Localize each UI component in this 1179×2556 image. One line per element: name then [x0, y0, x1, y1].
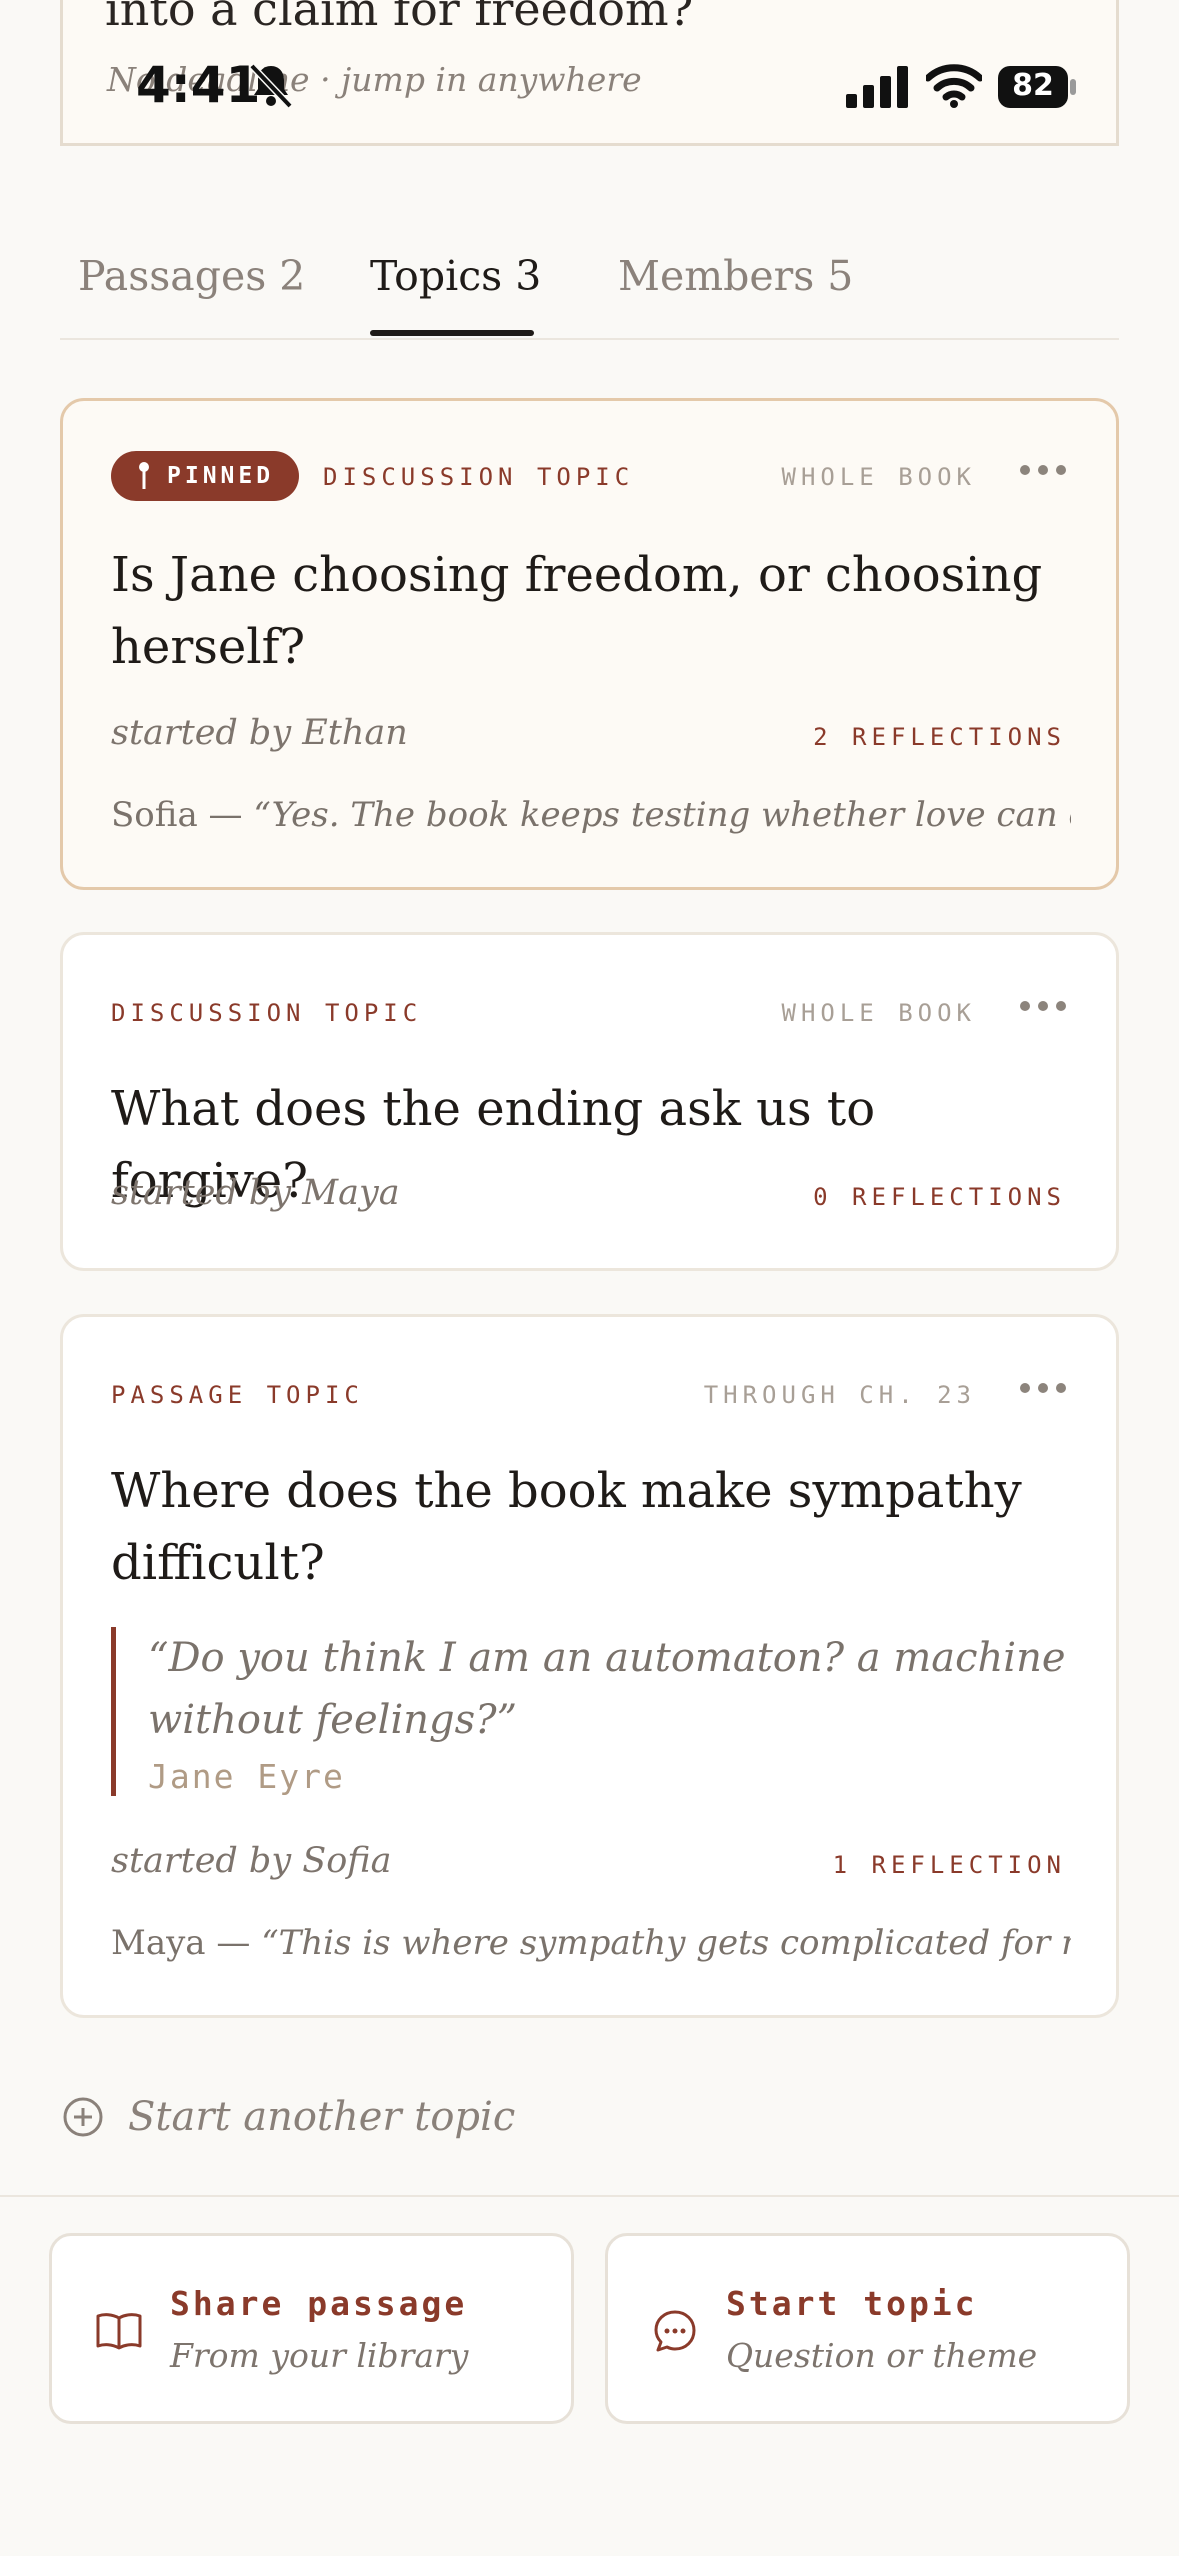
tab-topics[interactable]: Topics 3 — [370, 252, 541, 300]
topic-type-label: DISCUSSION TOPIC — [111, 999, 423, 1027]
reflection-preview: Sofia — “Yes. The book keeps testing whe… — [111, 795, 1071, 835]
pinned-badge: PINNED — [111, 451, 299, 501]
bell-muted-icon — [249, 63, 293, 109]
bottom-bar-divider — [0, 2195, 1179, 2197]
passage-excerpt: “Do you think I am an automaton? a machi… — [111, 1627, 1071, 1796]
pinned-label: PINNED — [167, 463, 275, 489]
cellular-signal-icon — [846, 66, 908, 108]
start-topic-title: Start topic — [726, 2284, 978, 2323]
battery-indicator: 82 — [998, 64, 1078, 110]
status-time: 4:41 — [136, 56, 261, 114]
wifi-icon — [926, 64, 982, 108]
book-icon — [96, 2313, 142, 2350]
topic-scope-label: WHOLE BOOK — [781, 999, 976, 1027]
topic-card[interactable]: PASSAGE TOPIC THROUGH CH. 23 Where does … — [60, 1314, 1119, 2018]
preview-author: Sofia — — [111, 795, 254, 835]
share-passage-subtitle: From your library — [170, 2336, 469, 2375]
tab-bar: Passages 2 Topics 3 Members 5 — [60, 230, 1119, 340]
more-options-icon[interactable] — [1020, 1383, 1066, 1393]
topic-type-label: PASSAGE TOPIC — [111, 1381, 364, 1409]
topic-title: Where does the book make sympathy diffic… — [111, 1463, 1022, 1591]
passage-quote-text: “Do you think I am an automaton? a machi… — [148, 1635, 1066, 1743]
plus-circle-icon — [63, 2097, 103, 2137]
topic-type-label: DISCUSSION TOPIC — [323, 463, 635, 491]
preview-text: “This is where sympathy gets complicated… — [261, 1923, 1071, 1963]
preview-author: Maya — — [111, 1923, 262, 1963]
topic-started-by: started by Ethan — [111, 713, 408, 753]
topic-title: Is Jane choosing freedom, or choosing he… — [111, 547, 1043, 675]
reflection-count: 0 REFLECTIONS — [813, 1183, 1066, 1211]
passage-source: Jane Eyre — [148, 1757, 345, 1796]
chat-bubble-icon — [654, 2310, 696, 2352]
active-tab-indicator — [370, 330, 534, 336]
topic-scope-label: THROUGH CH. 23 — [703, 1381, 976, 1409]
start-topic-button[interactable]: Start topic Question or theme — [605, 2233, 1130, 2424]
reflection-count: 2 REFLECTIONS — [813, 723, 1066, 751]
preview-text: “Yes. The book keeps testing whether lov… — [253, 795, 1071, 835]
tab-passages[interactable]: Passages 2 — [78, 252, 305, 300]
share-passage-button[interactable]: Share passage From your library — [49, 2233, 574, 2424]
battery-level: 82 — [1012, 68, 1054, 103]
pin-icon — [139, 462, 149, 489]
topic-card[interactable]: DISCUSSION TOPIC WHOLE BOOK What does th… — [60, 932, 1119, 1271]
topic-scope-label: WHOLE BOOK — [781, 463, 976, 491]
start-topic-subtitle: Question or theme — [726, 2336, 1038, 2375]
topic-started-by: started by Sofia — [111, 1841, 392, 1881]
more-options-icon[interactable] — [1020, 1001, 1066, 1011]
topic-card-pinned[interactable]: PINNED DISCUSSION TOPIC WHOLE BOOK Is Ja… — [60, 398, 1119, 890]
topic-started-by: started by Maya — [111, 1173, 400, 1213]
start-another-topic-label: Start another topic — [128, 2094, 516, 2140]
reflection-count: 1 REFLECTION — [832, 1851, 1066, 1879]
tab-members[interactable]: Members 5 — [618, 252, 853, 300]
book-header-title: into a claim for freedom? — [105, 0, 694, 36]
share-passage-title: Share passage — [170, 2284, 468, 2323]
more-options-icon[interactable] — [1020, 465, 1066, 475]
reflection-preview: Maya — “This is where sympathy gets comp… — [111, 1923, 1071, 1963]
start-another-topic-link[interactable]: Start another topic — [62, 2094, 515, 2140]
